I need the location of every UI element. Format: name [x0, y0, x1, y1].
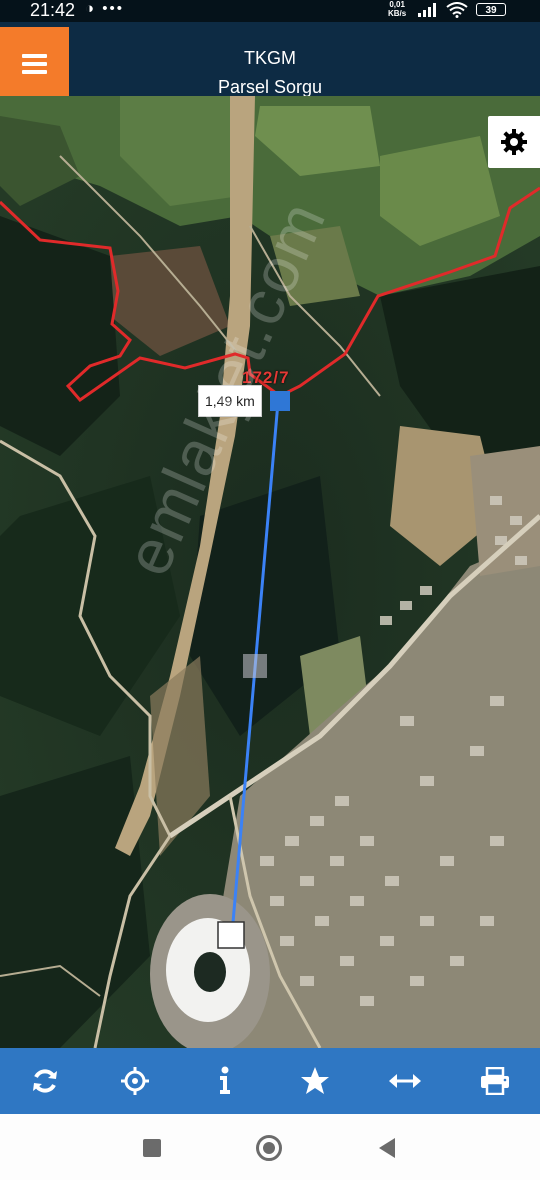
measure-start-handle — [270, 391, 290, 411]
locate-icon — [121, 1067, 149, 1095]
info-button[interactable] — [180, 1048, 270, 1114]
system-nav-bar — [0, 1114, 540, 1180]
measure-midpoint-handle — [243, 654, 267, 678]
recents-icon[interactable] — [142, 1138, 162, 1158]
bottom-toolbar — [0, 1048, 540, 1114]
measure-icon — [389, 1074, 421, 1088]
app-header: TKGM Parsel Sorgu — [0, 22, 540, 97]
net-speed-unit: KB/s — [388, 9, 407, 18]
wifi-icon — [446, 2, 468, 18]
status-time: 21:42 — [30, 0, 76, 20]
app-title: TKGM — [244, 48, 296, 68]
settings-button[interactable] — [488, 116, 540, 168]
notification-icons: ◑ ••• — [85, 0, 124, 17]
star-icon — [301, 1067, 329, 1094]
status-bar: 21:42 ◑ ••• 0,01 KB/s 39 — [0, 0, 540, 22]
net-speed-value: 0,01 — [389, 0, 405, 9]
gear-icon — [501, 129, 527, 155]
measure-button[interactable] — [360, 1048, 450, 1114]
hamburger-icon-bar — [22, 70, 47, 74]
home-icon[interactable] — [255, 1134, 283, 1162]
measure-end-handle — [217, 921, 245, 949]
print-icon — [481, 1067, 509, 1095]
print-button[interactable] — [450, 1048, 540, 1114]
battery-icon: 39 — [476, 3, 506, 16]
favorite-button[interactable] — [270, 1048, 360, 1114]
refresh-button[interactable] — [0, 1048, 90, 1114]
satellite-map[interactable]: 172/7 1,49 km emlakjet.com — [0, 96, 540, 1048]
locate-button[interactable] — [90, 1048, 180, 1114]
refresh-icon — [33, 1069, 57, 1093]
app-subtitle: Parsel Sorgu — [217, 77, 323, 97]
net-speed: 0,01 KB/s — [388, 0, 406, 18]
info-icon — [220, 1066, 230, 1094]
back-icon[interactable] — [377, 1137, 397, 1159]
signal-icon — [418, 3, 436, 17]
